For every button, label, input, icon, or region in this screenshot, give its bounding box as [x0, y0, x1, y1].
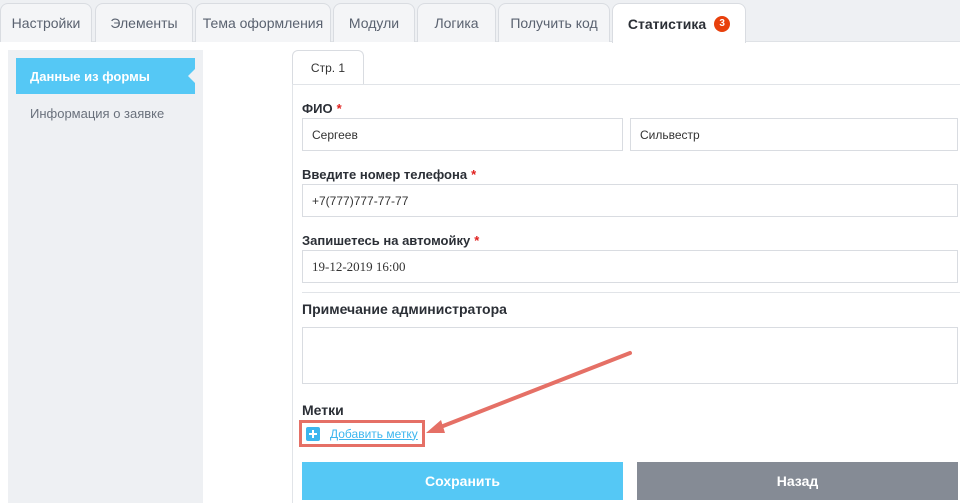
booking-datetime-field[interactable]: 19-12-2019 16:00	[302, 250, 958, 283]
statistics-count-badge: 3	[714, 15, 731, 32]
tab-logic[interactable]: Логика	[417, 3, 496, 42]
phone-value: +7(777)777-77-77	[312, 193, 409, 208]
tab-label: Элементы	[110, 15, 178, 31]
tab-label: Статистика	[627, 15, 707, 32]
sidebar-item-label: Данные из формы	[30, 68, 150, 84]
admin-note-textarea[interactable]	[302, 327, 958, 384]
tab-label: Настройки	[11, 15, 81, 31]
sidebar-item-form-data[interactable]: Данные из формы	[16, 58, 196, 94]
tab-label: Получить код	[510, 15, 598, 31]
required-mark: *	[474, 233, 480, 248]
page-tab-label: Стр. 1	[310, 61, 346, 75]
sidebar-item-request-info[interactable]: Информация о заявке	[16, 95, 195, 131]
phone-label: Введите номер телефона *	[302, 167, 477, 182]
plus-icon	[306, 426, 320, 441]
tab-elements[interactable]: Элементы	[95, 3, 193, 42]
required-mark: *	[336, 101, 342, 116]
tags-heading: Метки	[302, 402, 344, 418]
tab-label: Логика	[434, 15, 479, 31]
divider	[292, 84, 293, 503]
first-name-field[interactable]: Сильвестр	[630, 118, 958, 151]
divider	[302, 292, 960, 293]
phone-field[interactable]: +7(777)777-77-77	[302, 184, 958, 217]
tab-theme[interactable]: Тема оформления	[195, 3, 331, 42]
divider	[292, 84, 960, 85]
tab-modules[interactable]: Модули	[333, 3, 415, 42]
tab-get-code[interactable]: Получить код	[498, 3, 610, 42]
fio-label: ФИО *	[302, 101, 342, 116]
sidebar-item-label: Информация о заявке	[30, 105, 165, 121]
add-tag-link[interactable]: Добавить метку	[330, 427, 418, 441]
tab-settings[interactable]: Настройки	[0, 3, 92, 42]
admin-note-heading: Примечание администратора	[302, 301, 507, 317]
tab-label: Модули	[348, 15, 400, 31]
last-name-value: Сергеев	[312, 127, 358, 142]
booking-value: 19-12-2019 16:00	[312, 258, 406, 274]
required-mark: *	[471, 167, 477, 182]
save-button[interactable]: Сохранить	[302, 462, 623, 500]
booking-label: Запишетесь на автомойку *	[302, 233, 480, 248]
last-name-field[interactable]: Сергеев	[302, 118, 623, 151]
add-tag-button[interactable]: Добавить метку	[299, 420, 425, 447]
page-tab-1[interactable]: Стр. 1	[292, 50, 364, 85]
first-name-value: Сильвестр	[640, 127, 700, 142]
tab-label: Тема оформления	[202, 15, 324, 31]
back-button[interactable]: Назад	[637, 462, 958, 500]
tab-statistics[interactable]: Статистика 3	[612, 3, 746, 43]
top-tab-bar: Настройки Элементы Тема оформления Модул…	[0, 0, 960, 43]
sidebar: Данные из формы Информация о заявке	[8, 50, 203, 503]
